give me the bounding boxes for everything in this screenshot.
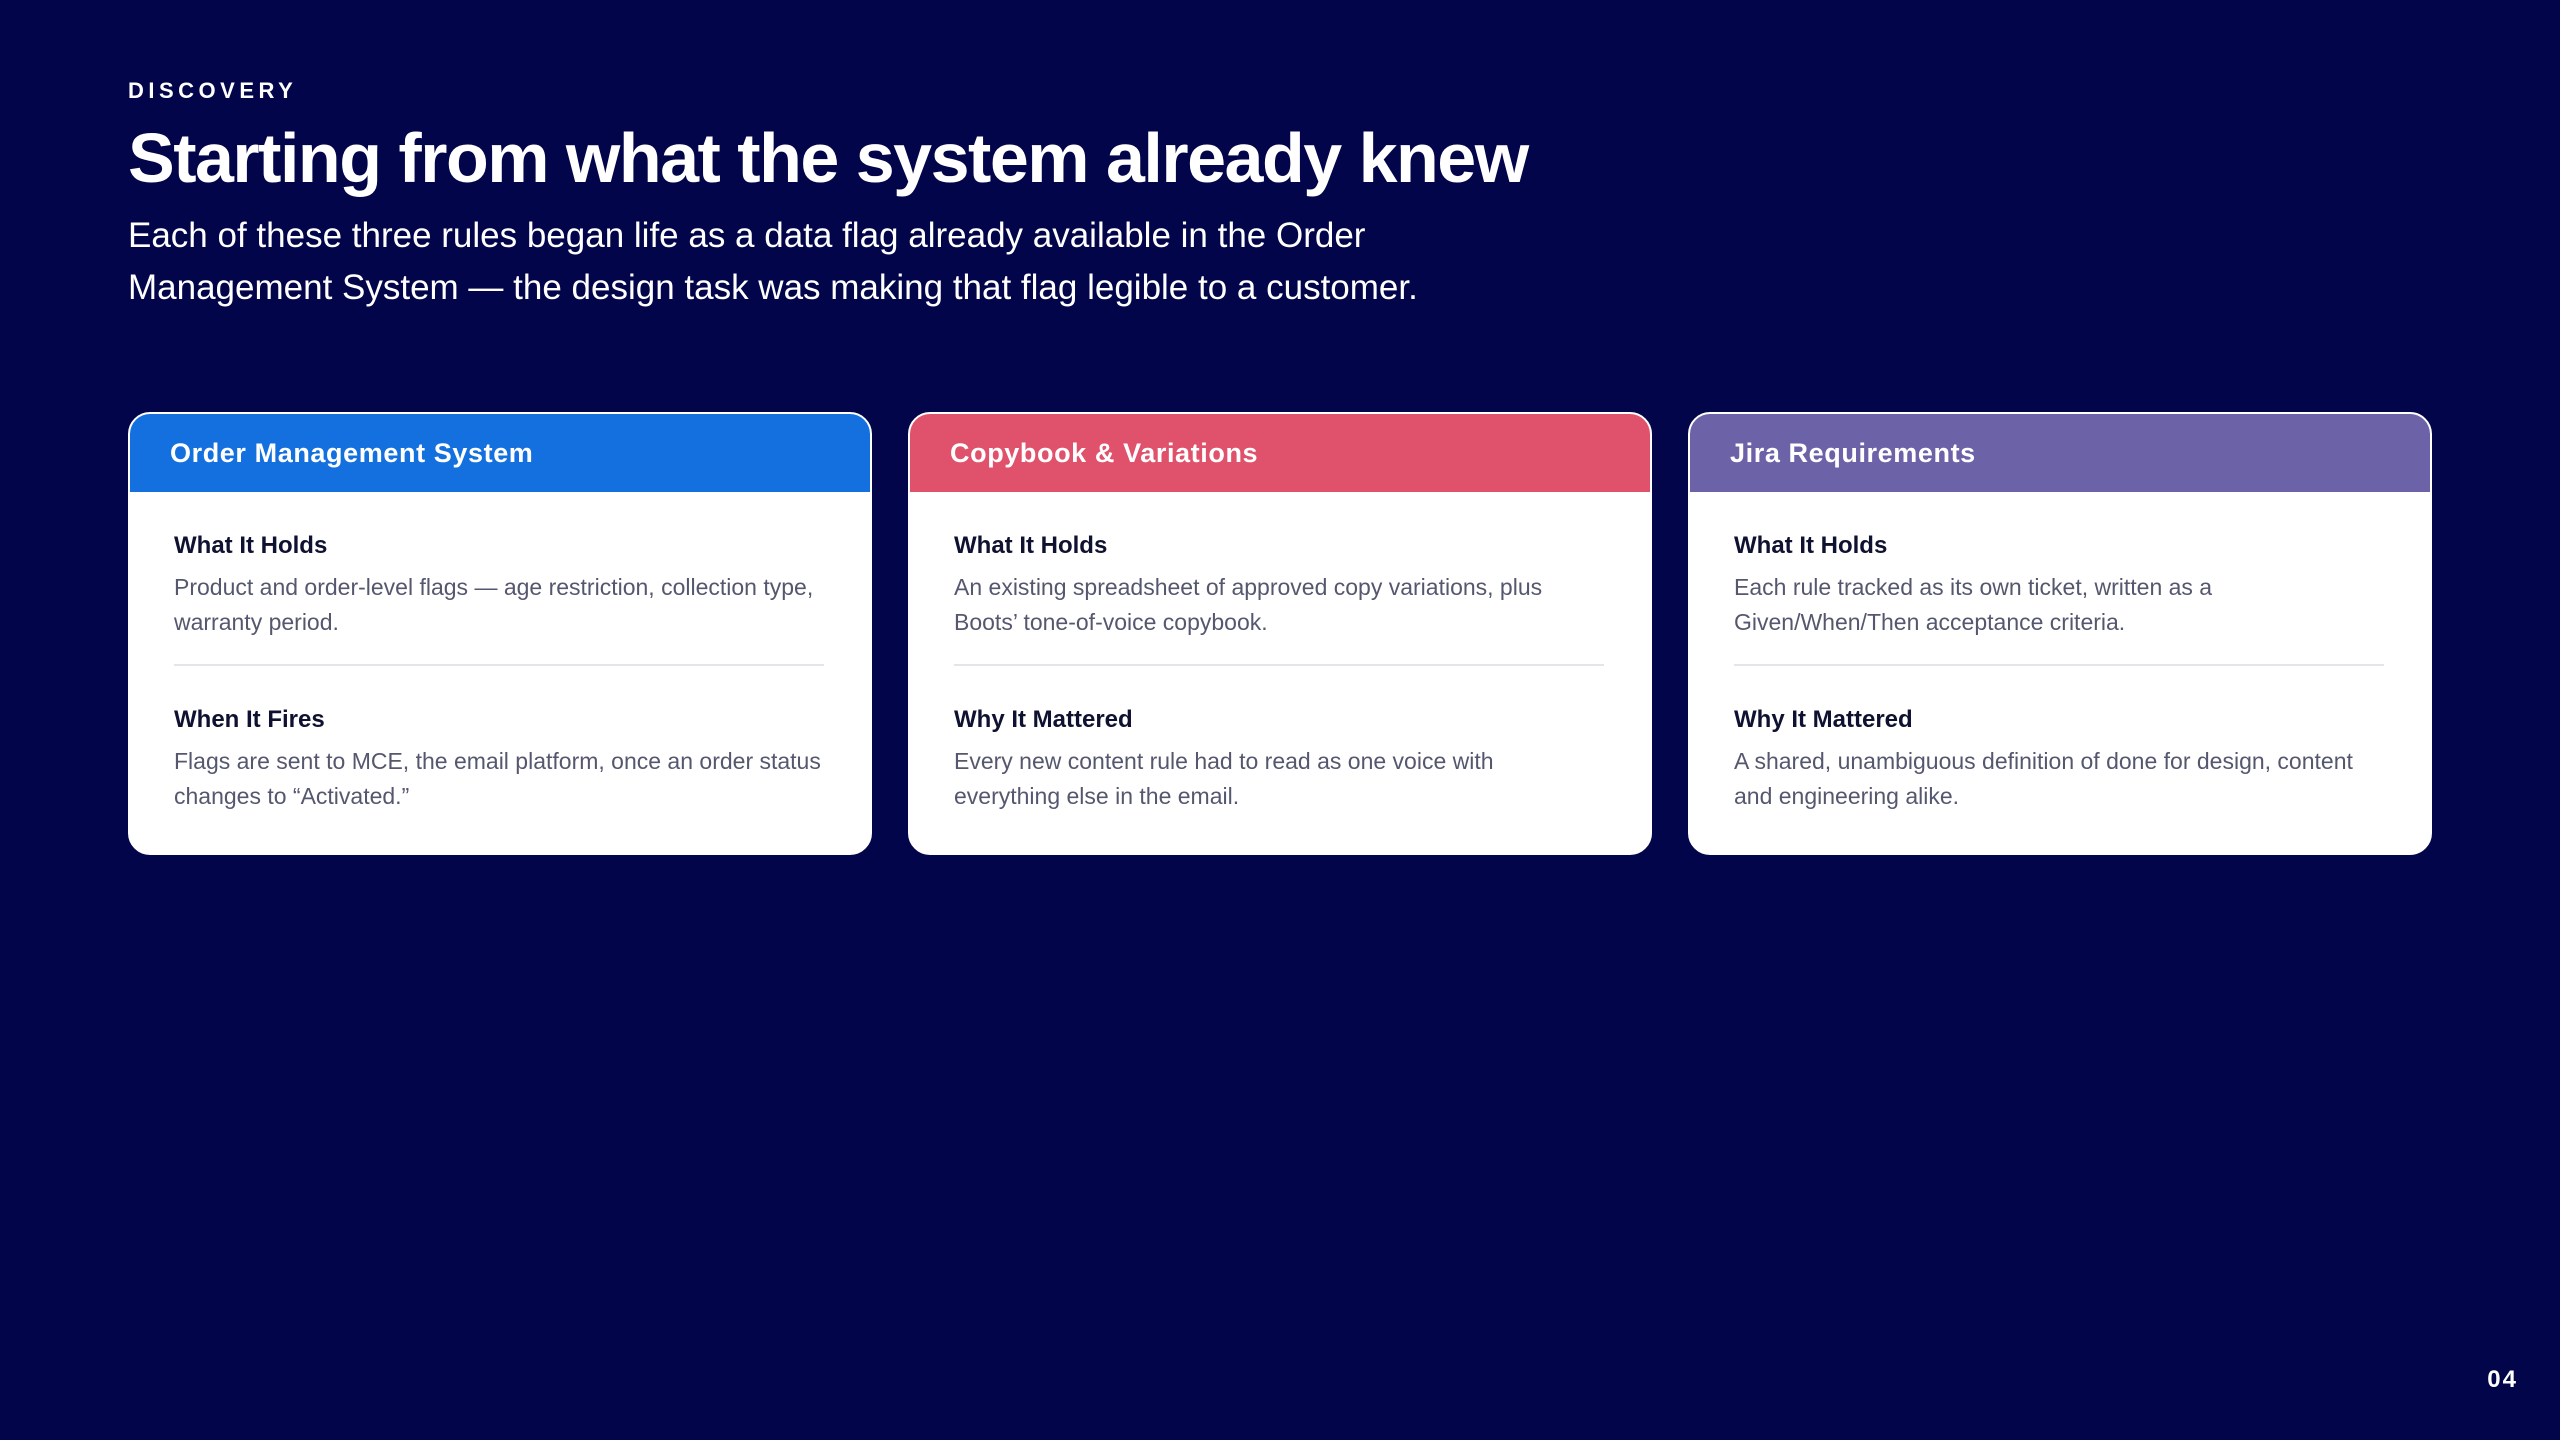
divider [1734,664,2384,666]
card-row: Order Management System What It Holds Pr… [128,412,2432,855]
section-text: Flags are sent to MCE, the email platfor… [174,748,821,809]
divider [174,664,824,666]
section-label: When It Fires [174,706,325,733]
card-header: Copybook & Variations [910,414,1650,492]
section-label: Why It Mattered [1734,706,1913,733]
section-text: Each rule tracked as its own ticket, wri… [1734,574,2213,635]
section-label: What It Holds [174,532,328,559]
section-label: Why It Mattered [954,706,1133,733]
divider [954,664,1604,666]
card-body: What It Holds An existing spreadsheet of… [910,492,1650,814]
page-number: 04 [2487,1366,2518,1393]
card-body: What It Holds Product and order-level fl… [130,492,870,814]
card-copybook-variations: Copybook & Variations What It Holds An e… [908,412,1652,855]
page-title: Starting from what the system already kn… [128,119,1529,197]
section-eyebrow: DISCOVERY [128,78,298,103]
card-header: Order Management System [130,414,870,492]
card-order-management-system: Order Management System What It Holds Pr… [128,412,872,855]
card-jira-requirements: Jira Requirements What It Holds Each rul… [1688,412,2432,855]
section-text: An existing spreadsheet of approved copy… [954,574,1543,635]
card-header: Jira Requirements [1690,414,2430,492]
slide: DISCOVERY Starting from what the system … [0,0,2560,1440]
section-label: What It Holds [954,532,1108,559]
section-text: Product and order-level flags — age rest… [174,574,814,635]
section-label: What It Holds [1734,532,1888,559]
section-text: A shared, unambiguous definition of done… [1734,748,2353,809]
page-subtitle: Each of these three rules began life as … [128,216,1418,307]
section-text: Every new content rule had to read as on… [954,748,1494,809]
card-body: What It Holds Each rule tracked as its o… [1690,492,2430,814]
